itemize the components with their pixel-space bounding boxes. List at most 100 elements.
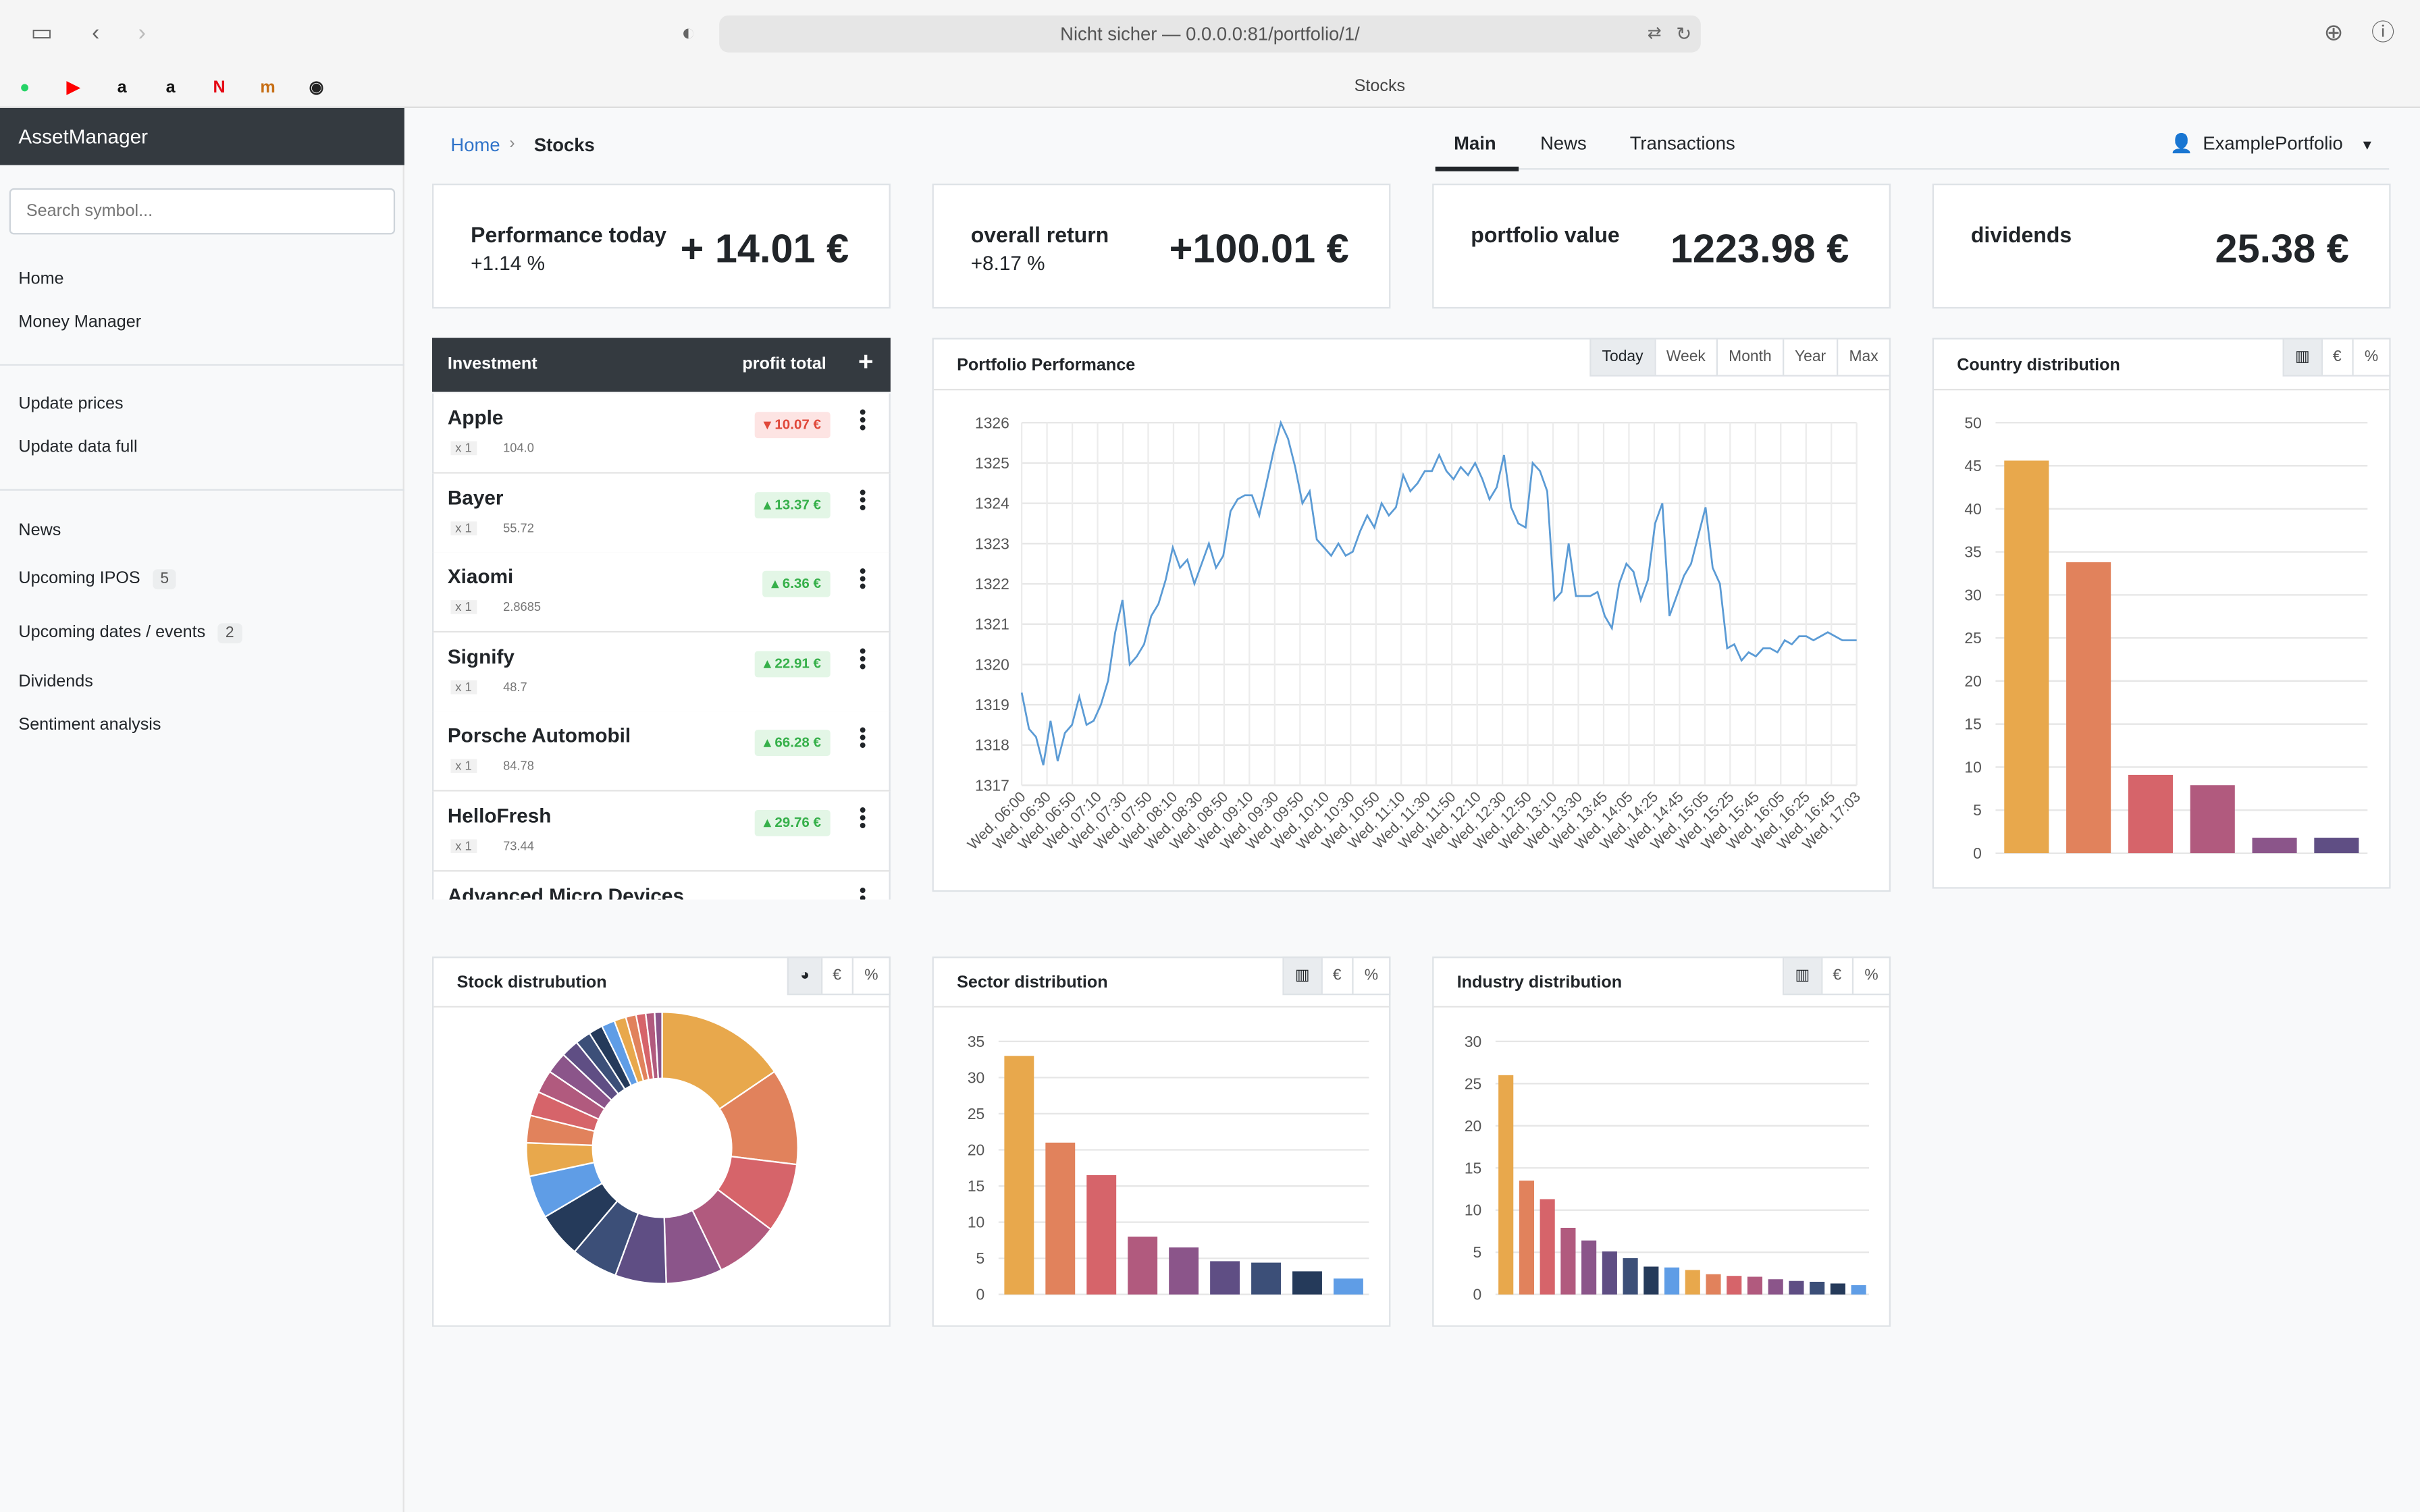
more-options-icon[interactable]: ••• (858, 482, 868, 516)
investment-row[interactable]: Signify x 1 48.7 ▴ 22.91 € • • • (431, 632, 891, 713)
investment-row[interactable]: Porsche Automobil x 1 84.78 ▴ 66.28 € • • • (431, 711, 891, 792)
more-options-icon[interactable]: ••• (858, 801, 868, 834)
bar-chart-icon[interactable]: ▥ (1784, 958, 1821, 994)
percent-icon[interactable]: % (851, 958, 889, 994)
investment-row[interactable]: Xiaomi x 1 2.8685 ▴ 6.36 € • • • (431, 552, 891, 633)
chart-mode-selector[interactable]: ▥ € % (2282, 338, 2391, 377)
bar (1706, 1274, 1721, 1295)
more-options-icon[interactable]: ••• (858, 641, 868, 675)
reload-icon[interactable]: ↻ (1668, 18, 1700, 49)
percent-icon[interactable]: % (2352, 339, 2390, 375)
more-options-icon[interactable]: ••• (858, 562, 868, 595)
y-tick-label: 1325 (975, 454, 1009, 472)
investment-row[interactable]: HelloFresh x 1 73.44 ▴ 29.76 € • • • (431, 791, 891, 872)
kpi-label: portfolio value (1471, 222, 1620, 247)
bar (1830, 1283, 1845, 1295)
pie-chart-icon[interactable]: ◕ (789, 958, 820, 994)
more-options-icon[interactable]: ••• (858, 403, 868, 437)
range-button-week[interactable]: Week (1654, 339, 1716, 375)
bar (2252, 838, 2297, 853)
panel-title: Industry distribution (1456, 973, 1623, 992)
bar (1768, 1279, 1783, 1295)
caret-up-icon: ▴ (764, 734, 775, 751)
range-button-year[interactable]: Year (1782, 339, 1837, 375)
country-distribution-panel: Country distribution ▥ € % 0 5 10 15 20 25 30 3… (1932, 338, 2391, 889)
chart-mode-selector[interactable]: ▥ € % (1783, 956, 1891, 996)
translate-icon[interactable]: ⇄ (1639, 18, 1670, 49)
panel-title: Stock distrubution (456, 973, 607, 992)
download-icon[interactable]: ⊕ (2318, 18, 2349, 49)
profit-badge: ▴ 6.36 € (762, 571, 831, 597)
y-tick-label: 0 (976, 1286, 985, 1303)
y-tick-label: 30 (1964, 586, 1981, 603)
investment-row[interactable]: Advanced Micro Devices ••• (431, 871, 891, 900)
y-tick-label: 40 (1964, 500, 1981, 518)
caret-up-icon: ▴ (764, 655, 775, 671)
bar (2128, 774, 2173, 853)
more-options-icon[interactable]: ••• (858, 721, 868, 755)
investment-name[interactable]: Xiaomi (448, 565, 513, 588)
investment-name[interactable]: Signify (448, 645, 515, 668)
investment-name[interactable]: Advanced Micro Devices (448, 884, 684, 900)
range-selector[interactable]: Today Week Month Year Max (1589, 338, 1891, 377)
bar (1045, 1142, 1076, 1295)
tab-transactions[interactable]: Transactions (1630, 133, 1735, 155)
profit-badge: ▴ 29.76 € (754, 809, 831, 836)
y-tick-label: 45 (1964, 457, 1981, 475)
kpi-sub: +8.17 % (970, 251, 1045, 275)
bar-chart-icon[interactable]: ▥ (2284, 339, 2321, 375)
tab-underline (1435, 168, 2390, 170)
bar (1210, 1261, 1240, 1295)
bar (1685, 1270, 1700, 1295)
investment-row[interactable]: Bayer x 1 55.72 ▴ 13.37 € • • • (431, 473, 891, 554)
chart-mode-selector[interactable]: ◕ € % (787, 956, 891, 996)
euro-icon[interactable]: € (1820, 958, 1853, 994)
caret-up-icon: ▴ (764, 814, 775, 830)
y-tick-label: 35 (1964, 543, 1981, 561)
bar (1727, 1276, 1742, 1295)
range-button-today[interactable]: Today (1591, 339, 1654, 375)
kpi-label: dividends (1970, 222, 2072, 247)
bar (1851, 1285, 1866, 1295)
info-icon[interactable]: ⓘ (2367, 18, 2398, 49)
chevron-down-icon: ▼ (2360, 137, 2375, 153)
investment-name[interactable]: Porsche Automobil (448, 724, 631, 747)
investment-row[interactable]: Apple x 1 104.0 ▾ 10.07 € • • • (431, 393, 891, 474)
euro-icon[interactable]: € (2320, 339, 2352, 375)
more-options-icon[interactable]: ••• (858, 880, 868, 899)
chart-mode-selector[interactable]: ▥ € % (1282, 956, 1391, 996)
investment-name[interactable]: HelloFresh (448, 804, 552, 827)
bar-chart-icon[interactable]: ▥ (1284, 958, 1321, 994)
bar (2066, 562, 2111, 853)
investment-quantity: x 1 (450, 839, 477, 853)
profit-value: 6.36 € (782, 575, 821, 591)
investment-quantity: x 1 (450, 520, 477, 535)
panel-title: Country distribution (1957, 356, 2120, 375)
bar (1292, 1271, 1322, 1295)
y-tick-label: 10 (1465, 1202, 1481, 1219)
tab-main[interactable]: Main (1454, 133, 1496, 155)
y-tick-label: 25 (1465, 1075, 1481, 1092)
range-button-month[interactable]: Month (1716, 339, 1783, 375)
percent-icon[interactable]: % (1852, 958, 1889, 994)
euro-icon[interactable]: € (1320, 958, 1352, 994)
investment-name[interactable]: Apple (448, 406, 504, 429)
bar (2004, 460, 2049, 853)
investment-price: 55.72 (503, 520, 534, 535)
investment-name[interactable]: Bayer (448, 485, 504, 508)
y-tick-label: 1324 (975, 495, 1009, 512)
y-tick-label: 1326 (975, 414, 1009, 431)
euro-icon[interactable]: € (820, 958, 852, 994)
bar (1086, 1174, 1117, 1295)
portfolio-selector[interactable]: 👤 ExamplePortfolio ▼ (2170, 133, 2374, 155)
range-button-max[interactable]: Max (1837, 339, 1889, 375)
y-tick-label: 20 (968, 1141, 984, 1158)
sector-distribution-panel: Sector distribution ▥ € % 0 5 10 15 20 25 30 35 (932, 956, 1391, 1327)
tab-news[interactable]: News (1540, 133, 1587, 155)
profit-value: 10.07 € (774, 416, 821, 432)
percent-icon[interactable]: % (1352, 958, 1390, 994)
investment-price: 2.8685 (503, 600, 542, 615)
y-tick-label: 1320 (975, 655, 1009, 673)
performance-line (1020, 420, 1857, 765)
y-tick-label: 1318 (975, 736, 1009, 754)
